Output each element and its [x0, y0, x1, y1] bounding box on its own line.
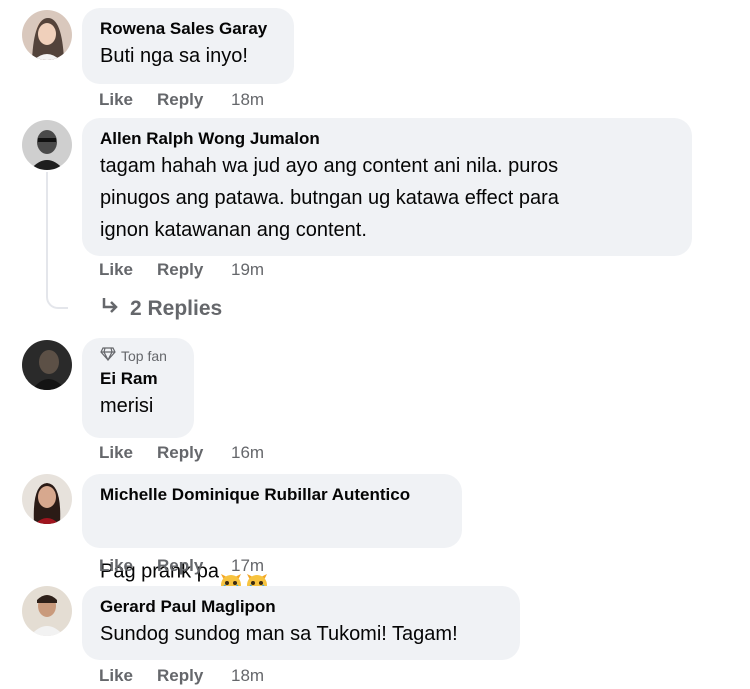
comment-time[interactable]: 17m — [231, 556, 264, 576]
comment-time[interactable]: 18m — [231, 90, 264, 110]
avatar[interactable] — [22, 340, 72, 390]
reply-button[interactable]: Reply — [157, 260, 231, 280]
comment-text: tagam hahah wa jud ayo ang content ani n… — [100, 155, 559, 241]
comment-bubble: Top fan Ei Ram merisi — [82, 338, 194, 438]
top-fan-label: Top fan — [121, 348, 167, 364]
avatar[interactable] — [22, 10, 72, 60]
comment-actions: Like Reply 16m — [99, 443, 264, 463]
comment-author[interactable]: Allen Ralph Wong Jumalon — [100, 128, 674, 150]
reply-button[interactable]: Reply — [157, 443, 231, 463]
avatar[interactable] — [22, 120, 72, 170]
comment-time[interactable]: 16m — [231, 443, 264, 463]
comment-time[interactable]: 19m — [231, 260, 264, 280]
comment-text: Sundog sundog man sa Tukomi! Tagam! — [100, 623, 458, 645]
like-button[interactable]: Like — [99, 90, 157, 110]
reply-button[interactable]: Reply — [157, 556, 231, 576]
view-replies-link[interactable]: 2 Replies — [100, 296, 222, 322]
like-button[interactable]: Like — [99, 443, 157, 463]
like-button[interactable]: Like — [99, 556, 157, 576]
comment-actions: Like Reply 17m — [99, 556, 264, 576]
reply-button[interactable]: Reply — [157, 90, 231, 110]
comment-author[interactable]: Ei Ram — [100, 368, 176, 390]
comment-bubble: Allen Ralph Wong Jumalon tagam hahah wa … — [82, 118, 692, 256]
avatar[interactable] — [22, 586, 72, 636]
reply-button[interactable]: Reply — [157, 666, 231, 686]
comment-author[interactable]: Rowena Sales Garay — [100, 18, 276, 40]
reply-arrow-icon — [100, 296, 120, 322]
comment-author[interactable]: Gerard Paul Maglipon — [100, 596, 502, 618]
comment-bubble: Gerard Paul Maglipon Sundog sundog man s… — [82, 586, 520, 660]
like-button[interactable]: Like — [99, 666, 157, 686]
comment-time[interactable]: 18m — [231, 666, 264, 686]
comment-actions: Like Reply 19m — [99, 260, 264, 280]
thread-connector — [46, 172, 68, 309]
diamond-icon — [100, 347, 116, 365]
comment-author[interactable]: Michelle Dominique Rubillar Autentico — [100, 484, 444, 506]
avatar[interactable] — [22, 474, 72, 524]
like-button[interactable]: Like — [99, 260, 157, 280]
comment-actions: Like Reply 18m — [99, 666, 264, 686]
comment-bubble: Michelle Dominique Rubillar Autentico Pa… — [82, 474, 462, 595]
comment-actions: Like Reply 18m — [99, 90, 264, 110]
replies-count[interactable]: 2 Replies — [130, 297, 222, 321]
comment-bubble: Rowena Sales Garay Buti nga sa inyo! — [82, 8, 294, 84]
top-fan-badge: Top fan — [100, 347, 176, 365]
comment-text: Buti nga sa inyo! — [100, 45, 248, 67]
comment-text: merisi — [100, 395, 154, 417]
